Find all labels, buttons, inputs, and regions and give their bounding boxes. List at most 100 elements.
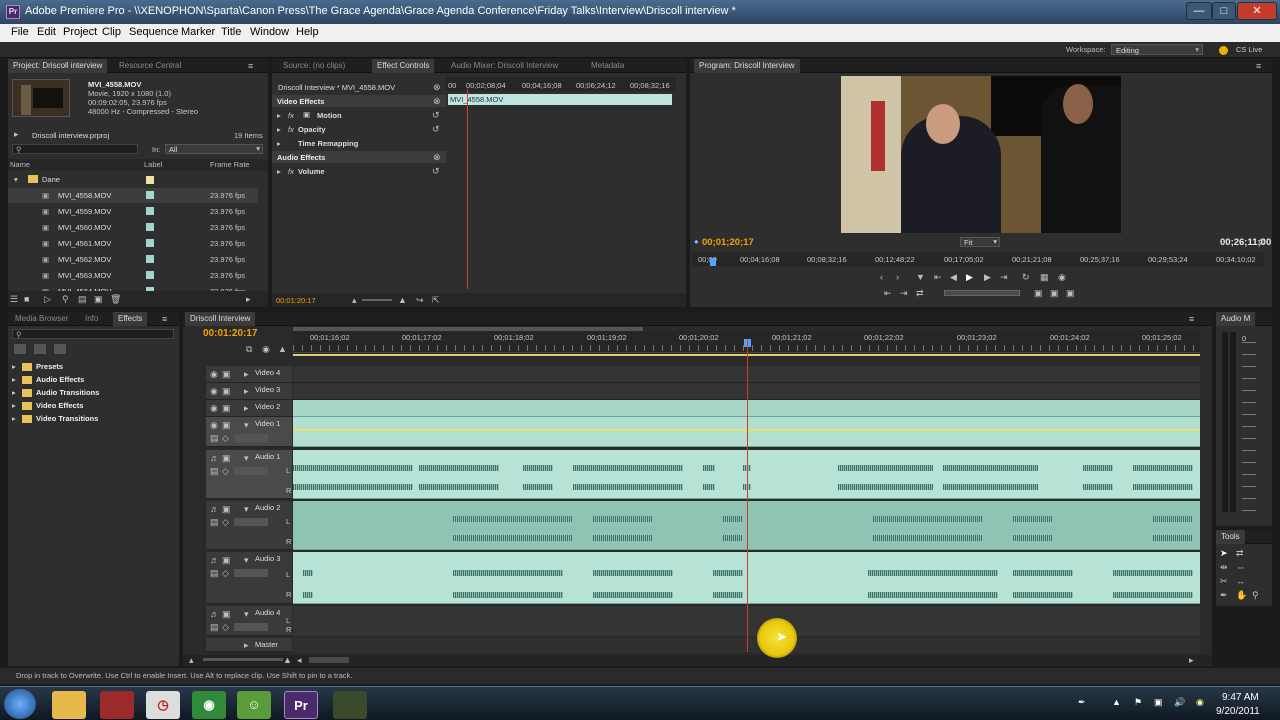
effect-volume-row[interactable]: ▸ fx Volume ↺ xyxy=(272,165,446,177)
icon-view-icon[interactable]: ■ xyxy=(24,294,29,304)
expand-arrow-icon[interactable]: ▸ xyxy=(277,111,281,120)
keyframe-nav[interactable] xyxy=(234,623,268,631)
track-header-master[interactable]: ▸ Master xyxy=(206,638,292,652)
panel-menu-icon[interactable]: ≡ xyxy=(1189,314,1194,324)
tab-effect-controls[interactable]: Effect Controls xyxy=(372,59,435,73)
eye-icon[interactable]: ◉ xyxy=(210,386,218,396)
display-style-icon[interactable]: ▤ xyxy=(210,466,219,476)
keyframe-icon[interactable]: ◇ xyxy=(222,517,229,527)
razor-tool-icon[interactable]: ✂ xyxy=(1220,576,1228,586)
effects-folder[interactable]: ▸ Video Effects xyxy=(10,400,175,412)
keyframe-icon[interactable]: ◇ xyxy=(222,568,229,578)
snap-icon[interactable]: ⧉ xyxy=(246,344,252,354)
effects-folder[interactable]: ▸ Audio Transitions xyxy=(10,387,175,399)
minimize-button[interactable]: — xyxy=(1186,2,1212,20)
play-audio-icon[interactable]: ↪ xyxy=(416,295,424,305)
expand-arrow-icon[interactable]: ▸ xyxy=(244,386,249,396)
cs-live-icon[interactable] xyxy=(1219,46,1228,55)
selection-tool-icon[interactable]: ➤ xyxy=(1220,548,1228,558)
track-header-video-1[interactable]: ◉ ▣ ▾ Video 1 ▤ ◇ xyxy=(206,417,292,447)
hand-tool-icon[interactable]: ✋ xyxy=(1236,590,1247,600)
zoom-slider[interactable] xyxy=(362,299,392,301)
start-button[interactable] xyxy=(4,689,36,719)
eye-icon[interactable]: ◉ xyxy=(210,369,218,379)
tab-metadata[interactable]: Metadata xyxy=(586,59,629,73)
panel-menu-icon[interactable]: ≡ xyxy=(1256,61,1261,71)
zoom-in-icon[interactable]: ▲ xyxy=(398,295,407,305)
accelerated-effects-icon[interactable] xyxy=(14,344,26,354)
explorer-icon[interactable] xyxy=(52,691,86,719)
tab-info[interactable]: Info xyxy=(80,312,103,326)
list-view-icon[interactable]: ☰ xyxy=(10,294,18,304)
network-icon[interactable]: ▣ xyxy=(1154,697,1163,707)
expand-arrow-icon[interactable]: ▾ xyxy=(244,504,249,514)
goto-next-edit-icon[interactable]: ⇥ xyxy=(900,288,908,298)
settings-icon[interactable]: ⚙ xyxy=(1258,237,1266,247)
32bit-icon[interactable] xyxy=(34,344,46,354)
program-ruler[interactable]: 00;00 00;04;16;08 00;08;32;16 00;12;48;2… xyxy=(692,252,1264,266)
program-video-frame[interactable] xyxy=(841,76,1121,233)
tab-project[interactable]: Project: Driscoll interview xyxy=(8,59,108,73)
zoom-tool-icon[interactable]: ⚲ xyxy=(1252,590,1259,600)
lock-icon[interactable]: ▣ xyxy=(222,609,231,619)
eye-icon[interactable]: ◉ xyxy=(210,403,218,413)
volume-icon[interactable]: 🔊 xyxy=(1174,697,1185,707)
chrome-icon[interactable]: ◉ xyxy=(192,691,226,719)
tab-media-browser[interactable]: Media Browser xyxy=(10,312,73,326)
media-encoder-icon[interactable] xyxy=(333,691,367,719)
lock-icon[interactable]: ▣ xyxy=(222,555,231,565)
marker-icon[interactable]: ▲ xyxy=(278,344,287,354)
track-header-video-2[interactable]: ◉ ▣ ▸ Video 2 xyxy=(206,400,292,417)
cs-live-label[interactable]: CS Live xyxy=(1236,45,1262,54)
lock-icon[interactable]: ▣ xyxy=(222,403,231,413)
premiere-taskbar-icon[interactable]: Pr xyxy=(284,691,318,719)
expand-arrow-icon[interactable]: ▾ xyxy=(244,453,249,463)
keyframe-icon[interactable]: ◇ xyxy=(222,433,229,443)
goto-prev-edit-icon[interactable]: ⇤ xyxy=(884,288,892,298)
display-style-icon[interactable]: ▤ xyxy=(210,568,219,578)
menu-sequence[interactable]: Sequence xyxy=(129,26,179,38)
project-item-row[interactable]: ▣ MVI_4560.MOV 23.976 fps xyxy=(8,220,258,235)
keyframe-nav[interactable] xyxy=(234,434,268,442)
expand-arrow-icon[interactable]: ▾ xyxy=(244,609,249,619)
yuv-icon[interactable] xyxy=(54,344,66,354)
tab-source[interactable]: Source: (no clips) xyxy=(278,59,350,73)
expand-arrow-icon[interactable]: ▾ xyxy=(244,420,249,430)
goto-in-icon[interactable]: ⇤ xyxy=(934,272,942,282)
effect-time-remapping-row[interactable]: ▸ Time Remapping xyxy=(272,137,446,149)
output-icon[interactable]: ◉ xyxy=(1058,272,1066,282)
editor-icon[interactable] xyxy=(100,691,134,719)
reset-icon[interactable]: ↺ xyxy=(432,110,440,120)
play-in-out-icon[interactable]: ⇄ xyxy=(916,288,924,298)
marker-icon[interactable]: ▼ xyxy=(916,272,925,282)
add-marker-icon[interactable]: ◉ xyxy=(262,344,270,354)
zoom-out-icon[interactable]: ▴ xyxy=(352,295,357,305)
automate-icon[interactable]: ▷ xyxy=(44,294,51,304)
display-style-icon[interactable]: ▤ xyxy=(210,622,219,632)
expand-arrow-icon[interactable]: ▸ xyxy=(244,403,249,413)
reset-icon[interactable]: ↺ xyxy=(432,124,440,134)
project-item-row[interactable]: ▣ MVI_4558.MOV 23.976 fps xyxy=(8,188,258,203)
new-item-icon[interactable]: ▣ xyxy=(94,294,103,304)
menu-marker[interactable]: Marker xyxy=(181,26,215,38)
expand-arrow-icon[interactable]: ▾ xyxy=(14,175,18,184)
toggle-timeline-icon[interactable]: ⊗ xyxy=(433,82,441,92)
track-header-video-4[interactable]: ◉ ▣ ▸ Video 4 xyxy=(206,366,292,383)
step-back-icon[interactable]: ◀ xyxy=(950,272,957,282)
menu-clip[interactable]: Clip xyxy=(102,26,121,38)
show-hidden-icons[interactable]: ▲ xyxy=(1112,697,1121,707)
expand-arrow-icon[interactable]: ▸ xyxy=(244,369,249,379)
project-search-input[interactable]: ⚲ xyxy=(12,144,138,154)
clock-app-icon[interactable]: ◷ xyxy=(146,691,180,719)
tab-audio-mixer[interactable]: Audio Mixer: Driscoll Interview xyxy=(446,59,563,73)
clock-time[interactable]: 9:47 AM xyxy=(1222,692,1259,703)
toggle-icon[interactable]: ⊗ xyxy=(433,152,441,162)
zoom-slider[interactable] xyxy=(203,658,283,661)
effect-opacity-row[interactable]: ▸ fx Opacity ↺ xyxy=(272,123,446,135)
zoom-in-icon[interactable]: ▲ xyxy=(283,655,292,665)
col-name[interactable]: Name xyxy=(10,160,30,169)
track-header-video-3[interactable]: ◉ ▣ ▸ Video 3 xyxy=(206,383,292,400)
scroll-right-icon[interactable]: ▸ xyxy=(246,294,251,304)
extract-icon[interactable]: ▣ xyxy=(1050,288,1059,298)
in-select[interactable]: All ▾ xyxy=(165,144,263,154)
